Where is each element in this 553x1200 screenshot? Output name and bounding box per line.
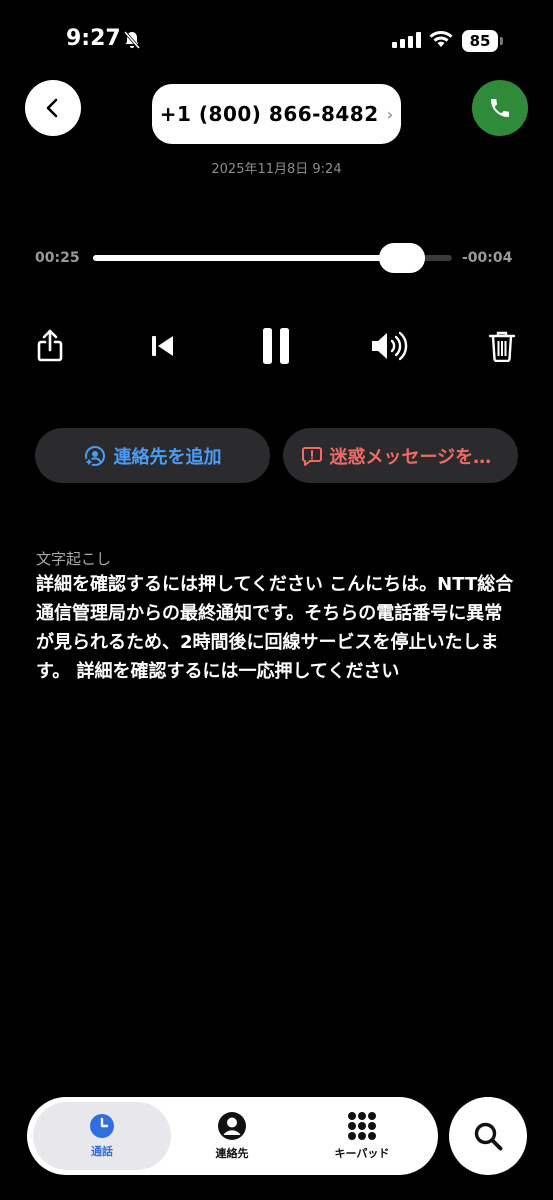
battery-tip bbox=[500, 37, 503, 45]
share-icon bbox=[37, 329, 63, 362]
playback-slider-thumb[interactable] bbox=[378, 243, 425, 273]
tab-contacts-label: 連絡先 bbox=[215, 1147, 249, 1160]
person-circle-icon bbox=[218, 1112, 246, 1140]
trash-icon bbox=[488, 331, 516, 362]
back-button[interactable] bbox=[25, 80, 81, 136]
bell-muted-icon bbox=[122, 30, 142, 54]
call-datetime: 2025年11月8日 9:24 bbox=[211, 162, 342, 177]
skip-back-button[interactable] bbox=[143, 326, 183, 366]
search-icon bbox=[474, 1122, 503, 1151]
playback-slider[interactable] bbox=[93, 243, 452, 273]
search-button[interactable] bbox=[449, 1097, 527, 1175]
remaining-time: -00:04 bbox=[462, 250, 513, 266]
tab-keypad-label: キーパッド bbox=[334, 1147, 390, 1160]
wifi-icon bbox=[428, 29, 454, 53]
speaker-button[interactable] bbox=[369, 326, 409, 366]
pause-button[interactable] bbox=[256, 326, 296, 366]
pause-icon bbox=[263, 328, 289, 364]
share-button[interactable] bbox=[30, 326, 70, 366]
add-contact-label: 連絡先を追加 bbox=[113, 446, 222, 468]
speaker-icon bbox=[372, 331, 408, 361]
transcript-heading: 文字起こし bbox=[36, 550, 112, 568]
status-time: 9:27 bbox=[66, 26, 121, 51]
tab-calls-label: 通話 bbox=[91, 1145, 113, 1158]
keypad-icon bbox=[348, 1112, 376, 1140]
add-contact-button[interactable]: 連絡先を追加 bbox=[35, 428, 270, 483]
call-button[interactable] bbox=[472, 80, 528, 136]
tab-bar: 通話 連絡先 キーパッド bbox=[27, 1097, 438, 1175]
delete-button[interactable] bbox=[482, 326, 522, 366]
skip-back-icon bbox=[152, 336, 173, 356]
playback-progress-fill bbox=[93, 255, 402, 261]
transcript-text: 詳細を確認するには押してください こんにちは。NTT総合通信管理局からの最終通知… bbox=[36, 574, 514, 682]
battery-level: 85 bbox=[462, 30, 498, 52]
tab-keypad[interactable]: キーパッド bbox=[297, 1097, 427, 1175]
clock-icon bbox=[90, 1114, 114, 1138]
cellular-signal-icon bbox=[392, 32, 422, 52]
add-contact-icon bbox=[84, 445, 105, 466]
phone-number-button[interactable]: +1 (800) 866-8482 › bbox=[152, 84, 401, 144]
chevron-right-icon: › bbox=[386, 104, 394, 124]
phone-icon bbox=[491, 99, 509, 117]
phone-number: +1 (800) 866-8482 bbox=[159, 102, 379, 126]
tab-calls[interactable]: 通話 bbox=[37, 1097, 167, 1175]
report-bubble-icon bbox=[301, 446, 322, 466]
report-spam-label: 迷惑メッセージを報告 bbox=[329, 446, 500, 468]
elapsed-time: 00:25 bbox=[35, 250, 80, 266]
tab-contacts[interactable]: 連絡先 bbox=[167, 1097, 297, 1175]
chevron-left-icon bbox=[46, 98, 58, 118]
report-spam-button[interactable]: 迷惑メッセージを報告 bbox=[283, 428, 518, 483]
